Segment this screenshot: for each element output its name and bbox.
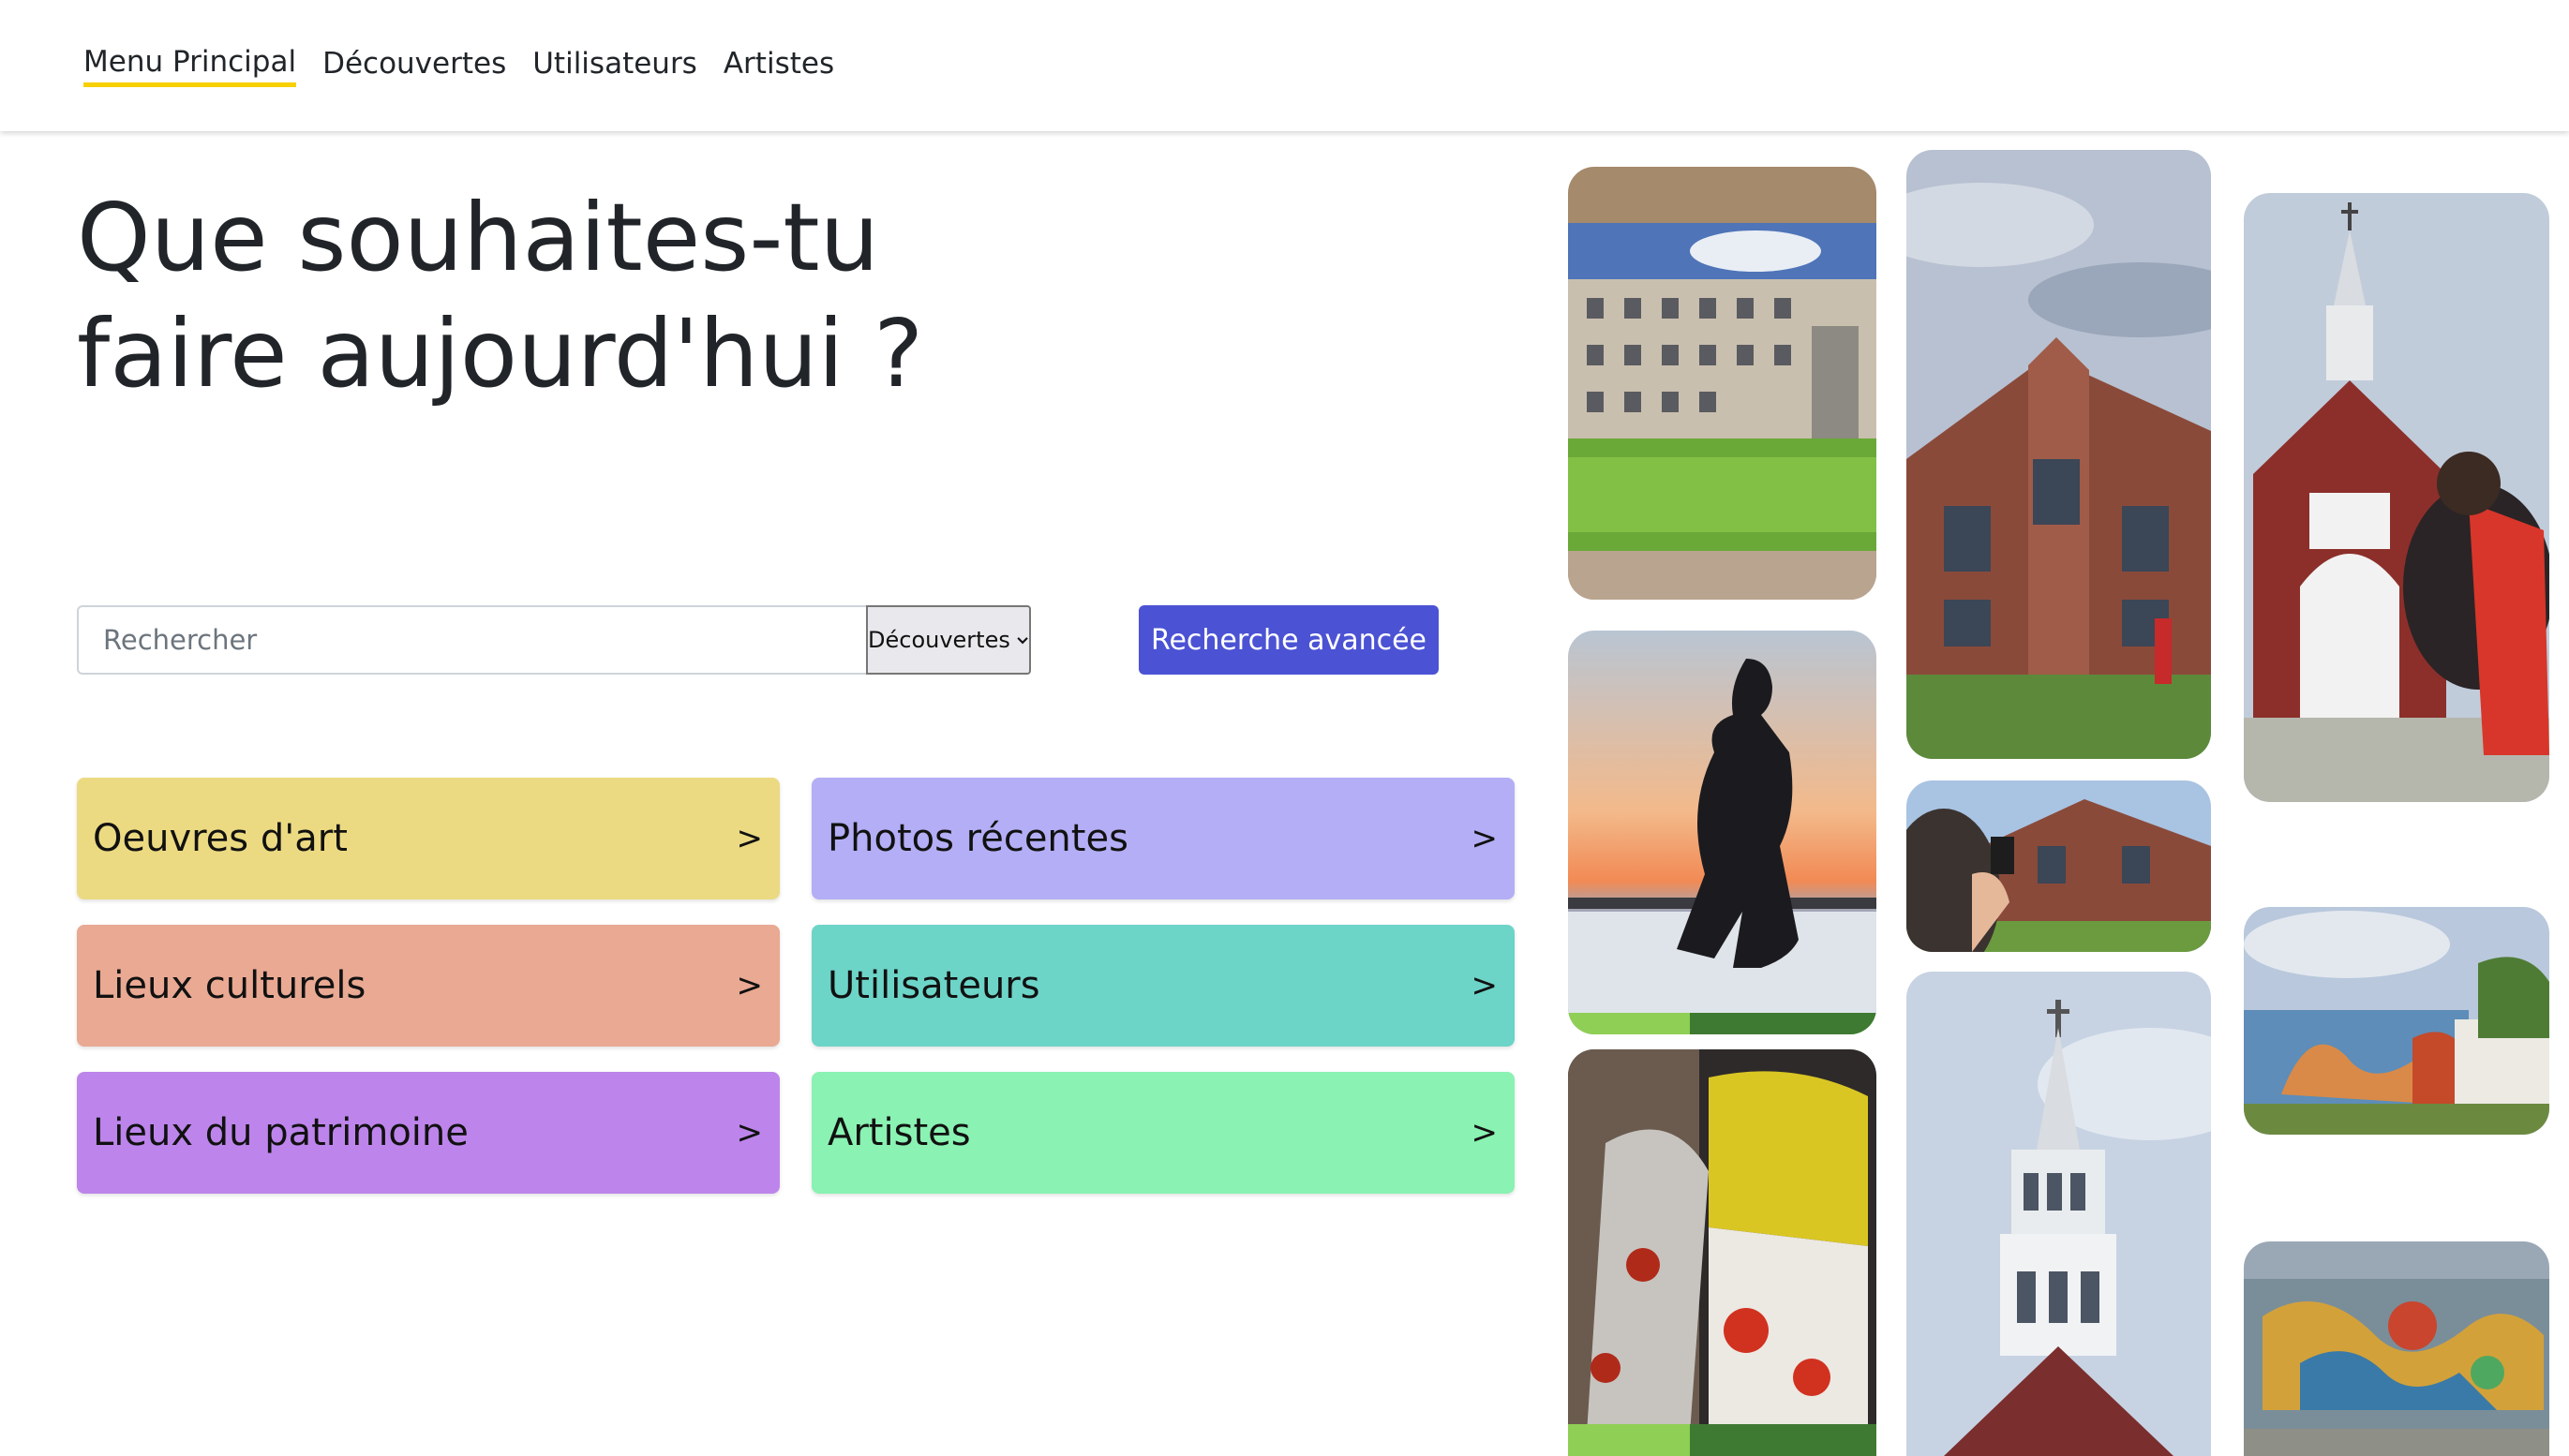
page-title-line-2: faire aujourd'hui ? [77, 299, 924, 409]
tile-label: Utilisateurs [828, 964, 1040, 1007]
chevron-right-icon: > [1471, 1114, 1499, 1151]
chevron-right-icon: > [736, 820, 764, 857]
tile-label: Oeuvres d'art [93, 817, 348, 860]
category-tiles: Oeuvres d'art > Photos récentes > Lieux … [77, 778, 1515, 1194]
nav-menu-principal[interactable]: Menu Principal [83, 45, 297, 87]
category-select[interactable]: Découvertes [866, 605, 1031, 675]
search-group: Découvertes [77, 605, 1031, 675]
page-title: Que souhaites-tu faire aujourd'hui ? [77, 180, 1295, 412]
tile-label: Lieux du patrimoine [93, 1111, 469, 1154]
gallery-photo-library[interactable] [1906, 150, 2211, 759]
tile-photos-recentes[interactable]: Photos récentes > [812, 778, 1515, 899]
tile-utilisateurs[interactable]: Utilisateurs > [812, 925, 1515, 1047]
chevron-right-icon: > [736, 1114, 764, 1151]
tile-label: Photos récentes [828, 817, 1128, 860]
search-input[interactable] [77, 605, 866, 675]
advanced-search-button[interactable]: Recherche avancée [1139, 605, 1439, 675]
nav-decouvertes[interactable]: Découvertes [322, 47, 506, 84]
tile-label: Artistes [828, 1111, 971, 1154]
gallery-photo-colorful-mural[interactable] [2244, 1241, 2549, 1456]
page-title-line-1: Que souhaites-tu [77, 183, 880, 292]
chevron-right-icon: > [736, 967, 764, 1004]
gallery-photo-steeple[interactable] [1906, 972, 2211, 1456]
gallery-photo-church[interactable] [2244, 193, 2549, 802]
gallery-photo-statue[interactable] [1568, 631, 1876, 1034]
gallery-photo-stained-glass[interactable] [1568, 1049, 1876, 1456]
gallery-photo-building[interactable] [1568, 167, 1876, 600]
chevron-right-icon: > [1471, 820, 1499, 857]
tile-lieux-patrimoine[interactable]: Lieux du patrimoine > [77, 1072, 780, 1194]
chevron-down-icon [1017, 637, 1028, 645]
tile-lieux-culturels[interactable]: Lieux culturels > [77, 925, 780, 1047]
nav-utilisateurs[interactable]: Utilisateurs [532, 47, 697, 84]
top-nav: Menu Principal Découvertes Utilisateurs … [0, 0, 2569, 131]
chevron-right-icon: > [1471, 967, 1499, 1004]
tile-oeuvres-art[interactable]: Oeuvres d'art > [77, 778, 780, 899]
tile-artistes[interactable]: Artistes > [812, 1072, 1515, 1194]
category-select-value: Découvertes [868, 627, 1010, 653]
gallery-photo-person-photographing[interactable] [1906, 780, 2211, 952]
tile-label: Lieux culturels [93, 964, 366, 1007]
gallery-photo-mural[interactable] [2244, 907, 2549, 1135]
nav-artistes[interactable]: Artistes [724, 47, 834, 84]
